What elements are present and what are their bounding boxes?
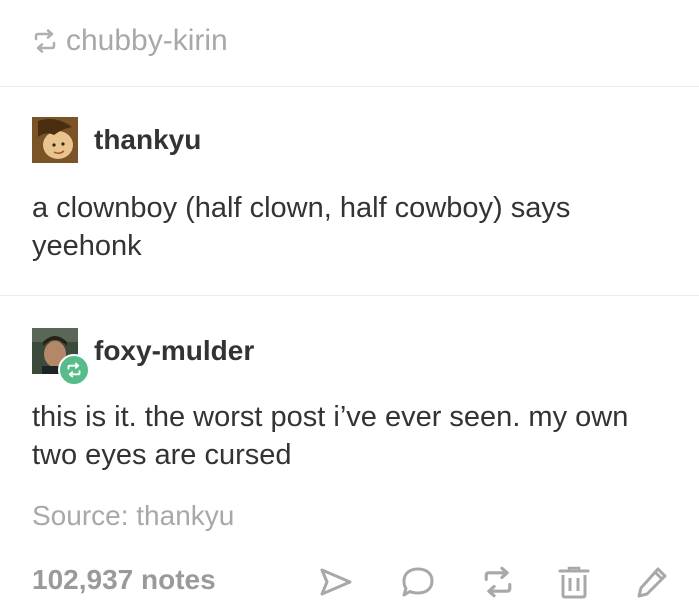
post-body: a clownboy (half clown, half cowboy) say…: [32, 192, 571, 262]
reply-icon: [402, 567, 434, 597]
username[interactable]: foxy-mulder: [94, 335, 254, 367]
reblog-icon: [484, 566, 512, 598]
pencil-icon: [637, 567, 667, 598]
delete-button[interactable]: [554, 562, 594, 602]
reblog-icon: [67, 362, 81, 378]
post-foxy-mulder: foxy-mulder this is it. the worst post i…: [0, 296, 699, 615]
trash-icon: [558, 566, 590, 599]
post-thankyu: thankyu a clownboy (half clown, half cow…: [0, 87, 699, 296]
post-source[interactable]: Source: thankyu: [32, 500, 234, 532]
notes-count[interactable]: 102,937 notes: [32, 564, 216, 596]
post-author[interactable]: thankyu: [32, 117, 201, 163]
edit-button[interactable]: [632, 562, 672, 602]
avatar[interactable]: [32, 117, 78, 163]
reblog-icon: [34, 29, 56, 53]
avatar-image: [32, 117, 78, 163]
share-icon: [320, 568, 352, 596]
share-button[interactable]: [316, 562, 356, 602]
reblogged-from[interactable]: chubby-kirin: [32, 24, 228, 58]
reblog-button[interactable]: [478, 562, 518, 602]
avatar[interactable]: [32, 328, 90, 386]
reblog-badge: [58, 354, 90, 386]
reply-button[interactable]: [398, 562, 438, 602]
post-body: this is it. the worst post i’ve ever see…: [32, 401, 629, 471]
reblogged-from-username[interactable]: chubby-kirin: [66, 24, 228, 58]
post-footer: 102,937 notes: [0, 554, 699, 610]
reblog-header: chubby-kirin: [0, 0, 699, 87]
post-author[interactable]: foxy-mulder: [32, 328, 254, 386]
username[interactable]: thankyu: [94, 124, 201, 156]
